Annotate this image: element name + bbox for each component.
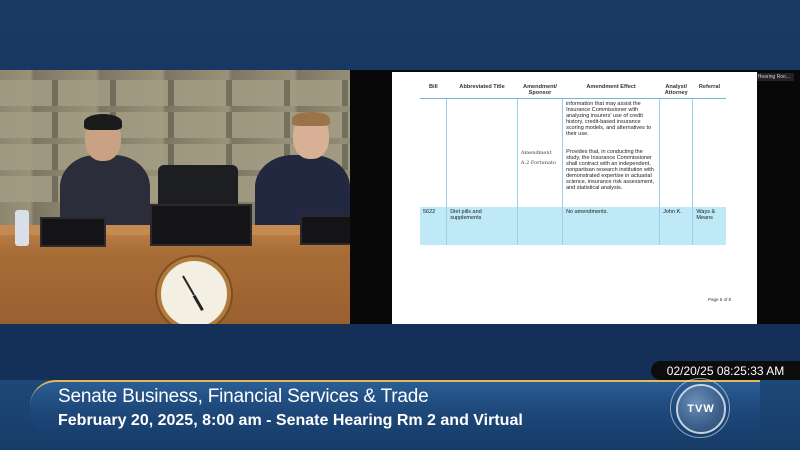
- table-row-highlighted: 5622 Diet pills and supplements No amend…: [420, 207, 726, 245]
- camera-feed: [0, 70, 350, 324]
- page-number: Page 5 of 8: [707, 297, 731, 302]
- effect-cell: No amendments.: [562, 207, 660, 245]
- referral-cell: [692, 98, 726, 147]
- wall-clock: [157, 257, 231, 324]
- table-row: Amendment A.2 Fortunato Provides that, i…: [420, 147, 726, 207]
- effect-cell: Provides that, in conducting the study, …: [562, 147, 660, 207]
- sponsor-cell: [516, 98, 563, 147]
- hearing-title: Senate Business, Financial Services & Tr…: [58, 386, 429, 407]
- table-header-row: Bill Abbreviated Title Amendment/ Sponso…: [420, 82, 726, 99]
- title-cell: [446, 98, 518, 147]
- shared-document-panel: Talking: Senate Hearing Roo... Bill Abbr…: [350, 70, 800, 324]
- bill-cell: [420, 147, 447, 207]
- hearing-subtitle: February 20, 2025, 8:00 am - Senate Hear…: [58, 412, 523, 429]
- referral-cell: Ways & Means: [692, 207, 726, 245]
- sponsor-cell: [516, 207, 563, 245]
- column-header: Abbreviated Title: [446, 82, 518, 99]
- monitor: [150, 204, 252, 246]
- title-cell: Diet pills and supplements: [446, 207, 518, 245]
- monitor: [40, 217, 106, 247]
- bill-cell: [420, 99, 447, 148]
- column-header: Amendment Effect: [562, 82, 660, 99]
- sponsor-cell: Amendment A.2 Fortunato: [516, 147, 563, 207]
- column-header: Amendment/ Sponsor: [517, 82, 563, 99]
- title-cell: [446, 147, 518, 207]
- referral-cell: [692, 147, 726, 207]
- timestamp: 02/20/25 08:25:33 AM: [651, 361, 800, 380]
- analyst-cell: [659, 98, 693, 147]
- bill-cell: 5622: [420, 207, 447, 245]
- bills-table: Bill Abbreviated Title Amendment/ Sponso…: [420, 82, 726, 245]
- column-header: Referral: [692, 82, 726, 99]
- document-page[interactable]: Bill Abbreviated Title Amendment/ Sponso…: [392, 72, 757, 324]
- tvw-logo: TVW: [676, 384, 726, 434]
- column-header: Bill: [420, 82, 447, 99]
- table-row: information that may assist the Insuranc…: [420, 98, 726, 148]
- effect-cell: information that may assist the Insuranc…: [562, 98, 660, 147]
- sanitizer-bottle: [15, 210, 29, 246]
- monitor: [300, 215, 350, 245]
- analyst-cell: John K.: [659, 207, 693, 245]
- analyst-cell: [659, 147, 693, 207]
- column-header: Analyst/ Attorney: [659, 82, 693, 99]
